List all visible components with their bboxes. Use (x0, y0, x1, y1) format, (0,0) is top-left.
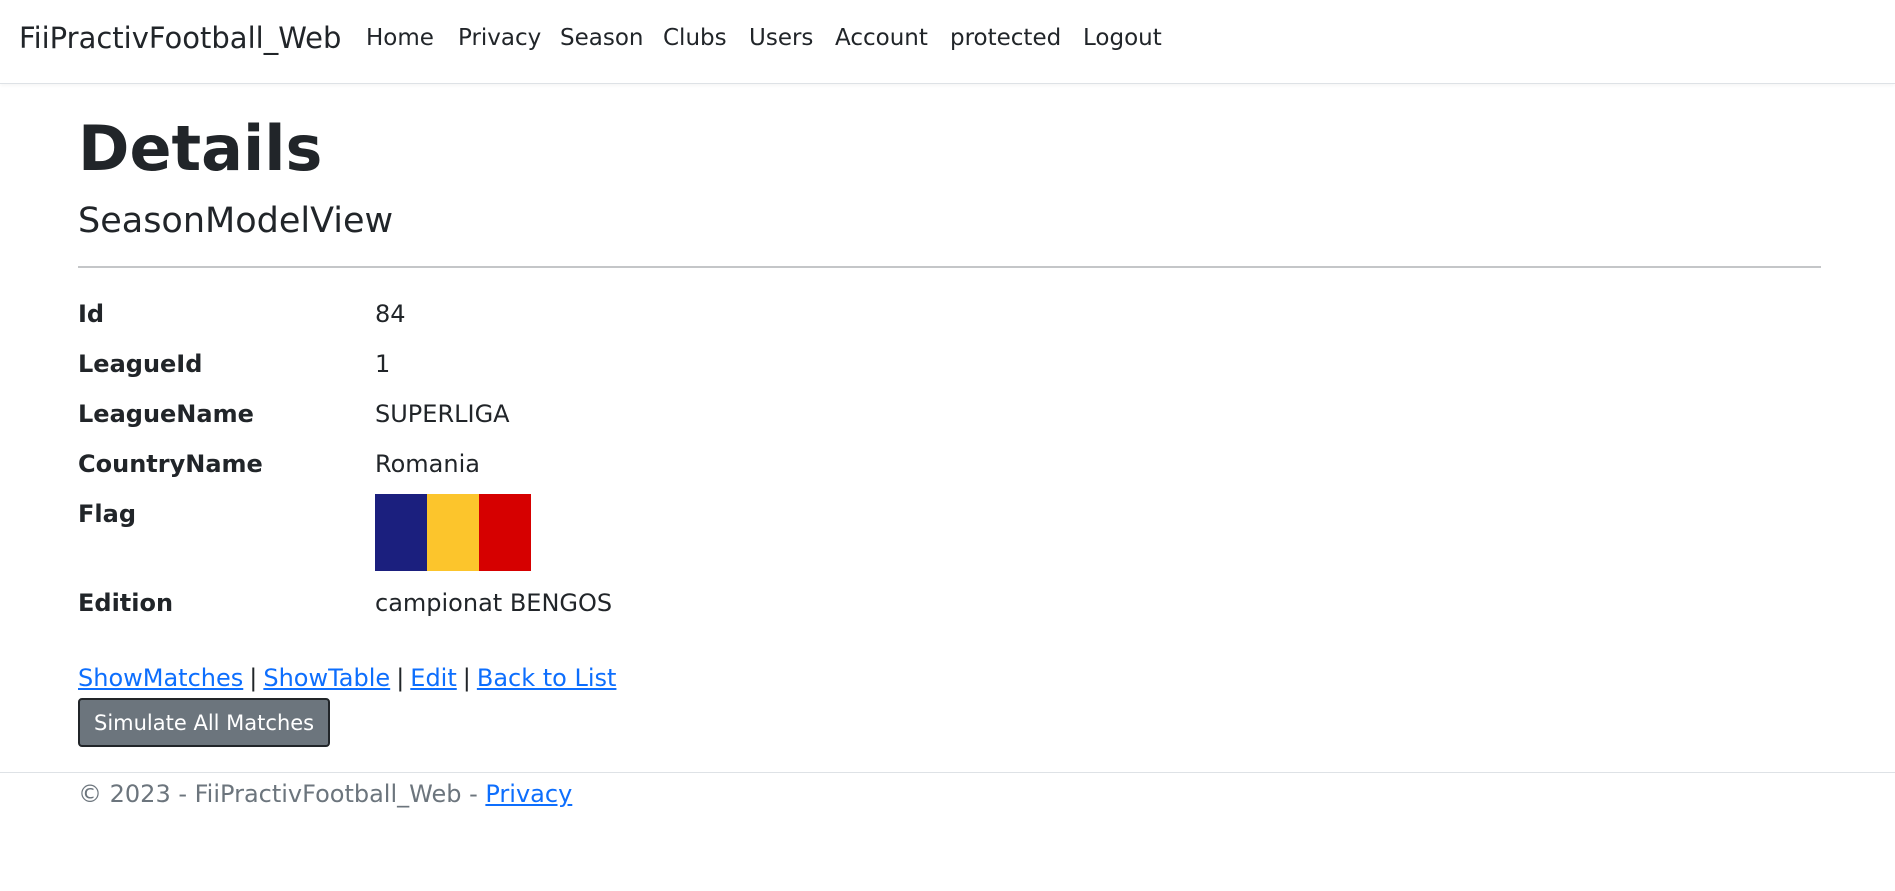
id-label: Id (78, 300, 105, 328)
nav-item-logout[interactable]: Logout (1083, 25, 1162, 51)
show-matches-link[interactable]: ShowMatches (78, 664, 243, 692)
link-separator: | (462, 664, 471, 692)
footer-text: © 2023 - FiiPractivFootball_Web - (78, 780, 486, 808)
flag-stripe-blue (375, 494, 427, 571)
simulate-all-matches-button[interactable]: Simulate All Matches (78, 698, 331, 747)
country-name-value: Romania (375, 450, 480, 478)
nav-item-account[interactable]: Account (835, 25, 928, 51)
nav-item-privacy[interactable]: Privacy (458, 25, 541, 51)
edit-link[interactable]: Edit (410, 664, 456, 692)
league-id-label: LeagueId (78, 350, 203, 378)
nav-item-clubs[interactable]: Clubs (663, 25, 727, 51)
league-id-value: 1 (375, 350, 391, 378)
footer: © 2023 - FiiPractivFootball_Web - Privac… (78, 780, 572, 808)
flag-label: Flag (78, 500, 136, 528)
edition-value: campionat BENGOS (375, 589, 613, 617)
nav-item-home[interactable]: Home (366, 25, 434, 51)
back-to-list-link[interactable]: Back to List (477, 664, 617, 692)
page-subtitle: SeasonModelView (78, 201, 394, 241)
romania-flag-image (375, 494, 531, 571)
flag-stripe-yellow (427, 494, 479, 571)
league-name-value: SUPERLIGA (375, 400, 510, 428)
nav-item-protected[interactable]: protected (950, 25, 1061, 51)
link-separator: | (249, 664, 258, 692)
nav-item-users[interactable]: Users (749, 25, 813, 51)
edition-label: Edition (78, 589, 174, 617)
footer-privacy-link[interactable]: Privacy (485, 780, 572, 808)
id-value: 84 (375, 300, 406, 328)
brand-link[interactable]: FiiPractivFootball_Web (19, 21, 341, 55)
page-title: Details (78, 112, 323, 185)
footer-divider (0, 772, 1895, 773)
flag-stripe-red (479, 494, 531, 571)
league-name-label: LeagueName (78, 400, 254, 428)
country-name-label: CountryName (78, 450, 263, 478)
nav-item-season[interactable]: Season (560, 25, 643, 51)
action-links: ShowMatches | ShowTable | Edit | Back to List (78, 664, 616, 692)
show-table-link[interactable]: ShowTable (263, 664, 390, 692)
link-separator: | (396, 664, 405, 692)
divider (78, 266, 1821, 268)
top-navbar: FiiPractivFootball_Web Home Privacy Seas… (0, 0, 1895, 84)
